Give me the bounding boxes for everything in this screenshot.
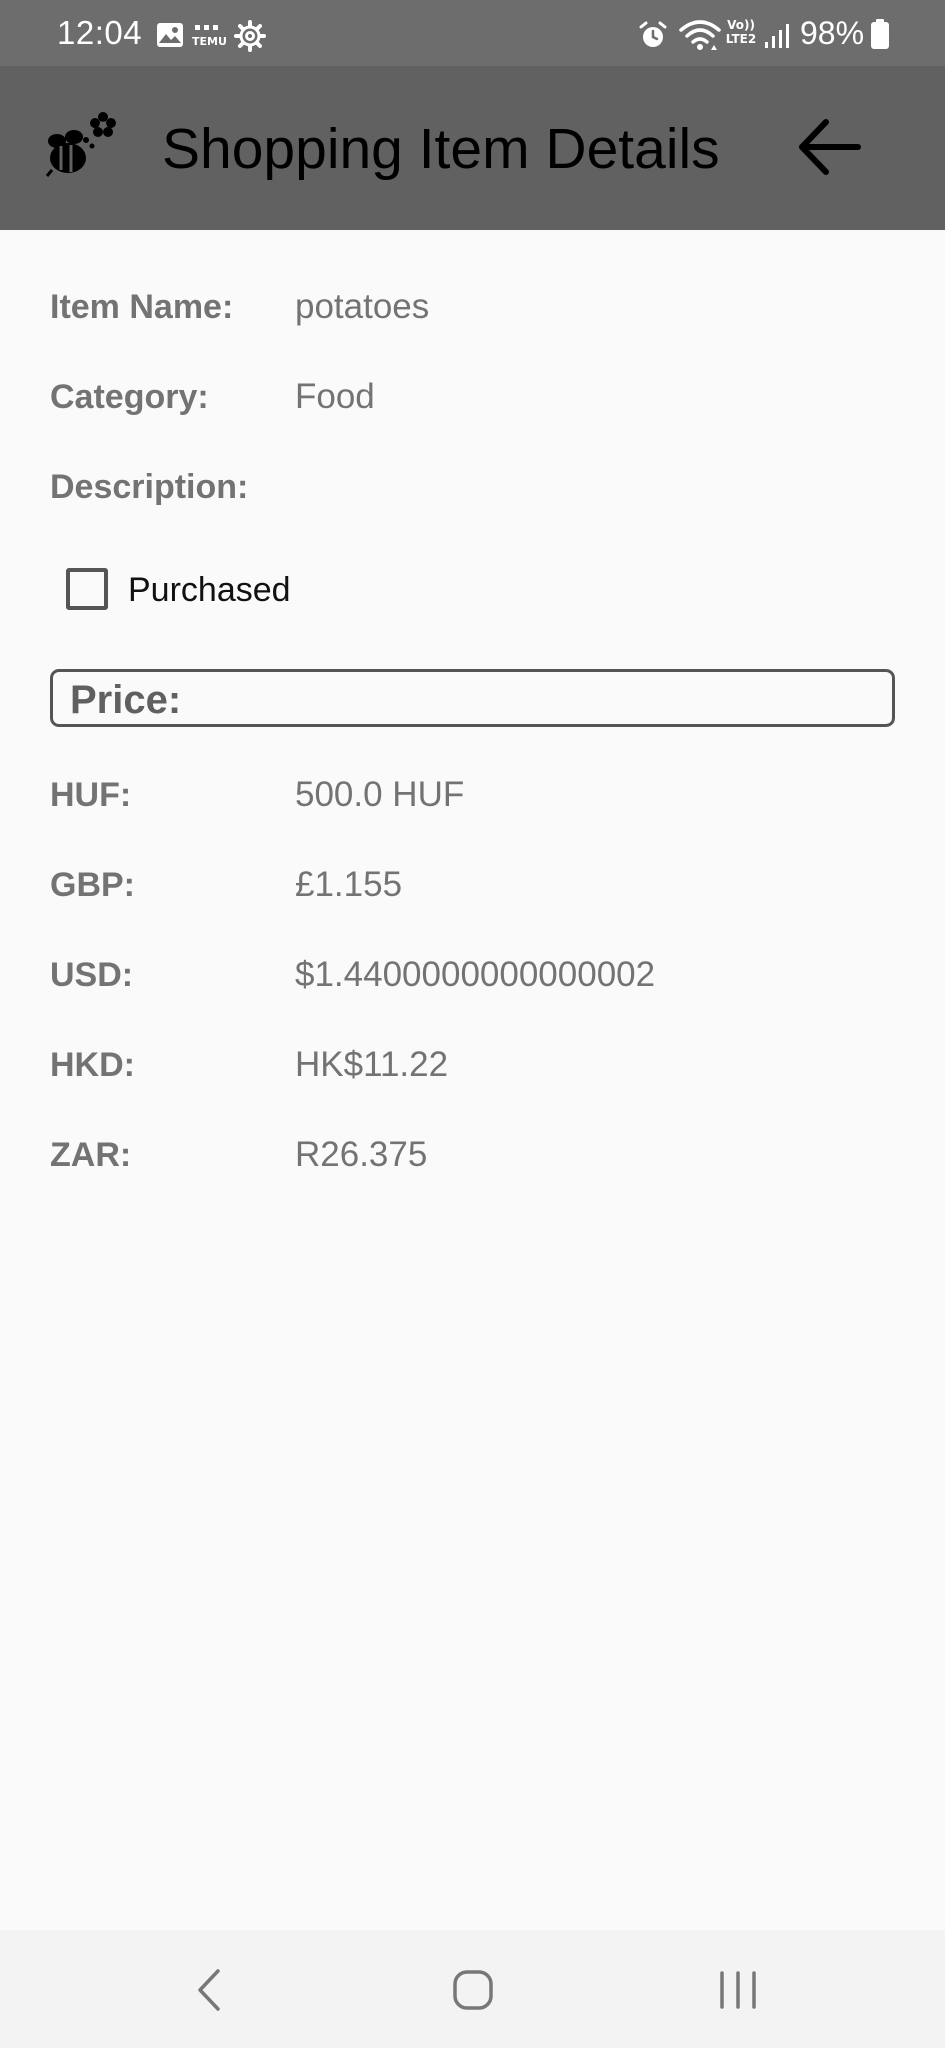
back-arrow-icon[interactable] (796, 113, 864, 181)
description-label: Description: (50, 468, 249, 506)
page-title: Shopping Item Details (162, 117, 720, 181)
purchased-checkbox[interactable] (66, 568, 108, 610)
currency-label-gbp: GBP: (50, 866, 135, 904)
signal-icon (765, 24, 789, 48)
volte-text: Vo)) (727, 18, 755, 32)
currency-value-usd: $1.4400000000000002 (295, 955, 656, 994)
currency-value-hkd: HK$11.22 (295, 1045, 449, 1084)
currency-label-usd: USD: (50, 956, 134, 994)
item-name-label: Item Name: (50, 288, 234, 326)
gallery-icon (157, 23, 183, 47)
wifi-icon (679, 20, 721, 50)
currency-label-hkd: HKD: (50, 1046, 135, 1084)
currency-value-huf: 500.0 HUF (295, 775, 465, 814)
item-name-value: potatoes (295, 287, 430, 326)
currency-label-zar: ZAR: (50, 1136, 132, 1174)
alarm-icon (639, 21, 667, 47)
currency-label-huf: HUF: (50, 776, 132, 814)
lte-text: LTE2 (725, 32, 757, 46)
svg-text:TEMU: TEMU (192, 35, 226, 48)
temu-icon: TEMU (192, 25, 226, 48)
status-time: 12:04 (57, 14, 143, 51)
purchased-label[interactable]: Purchased (128, 570, 291, 610)
bee-flower-logo-icon (45, 112, 116, 177)
battery-percent: 98% (800, 15, 865, 51)
recents-nav-icon[interactable] (716, 1970, 760, 2010)
volte-lte2-icon: Vo)) LTE2 (722, 18, 760, 52)
settings-gear-icon (234, 20, 266, 52)
category-value: Food (295, 377, 375, 416)
currency-value-gbp: £1.155 (295, 865, 403, 904)
category-label: Category: (50, 378, 209, 416)
battery-icon (871, 19, 889, 49)
price-title: Price: (70, 678, 182, 722)
back-nav-icon[interactable] (190, 1967, 230, 2013)
status-bar: 12:04 TEMU Vo)) LTE2 98% (0, 0, 945, 66)
currency-value-zar: R26.375 (295, 1135, 428, 1174)
home-nav-icon[interactable] (451, 1968, 495, 2012)
